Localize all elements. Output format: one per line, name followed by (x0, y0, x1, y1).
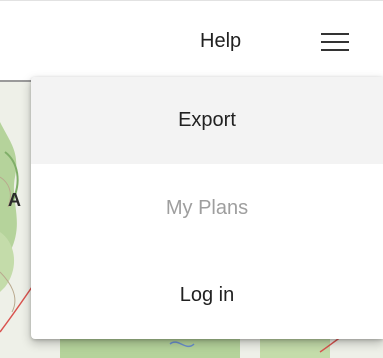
top-navigation-bar: Help (0, 0, 383, 81)
hamburger-line (321, 41, 349, 43)
menu-item-my-plans[interactable]: My Plans (31, 165, 383, 252)
hamburger-menu-icon[interactable] (321, 33, 349, 53)
map-place-label: A (8, 190, 21, 210)
hamburger-line (321, 49, 349, 51)
help-link[interactable]: Help (200, 30, 241, 53)
menu-item-log-in[interactable]: Log in (31, 252, 383, 339)
hamburger-line (321, 33, 349, 35)
menu-item-export[interactable]: Export (31, 77, 383, 164)
dropdown-menu: Export My Plans Log in (31, 77, 383, 339)
